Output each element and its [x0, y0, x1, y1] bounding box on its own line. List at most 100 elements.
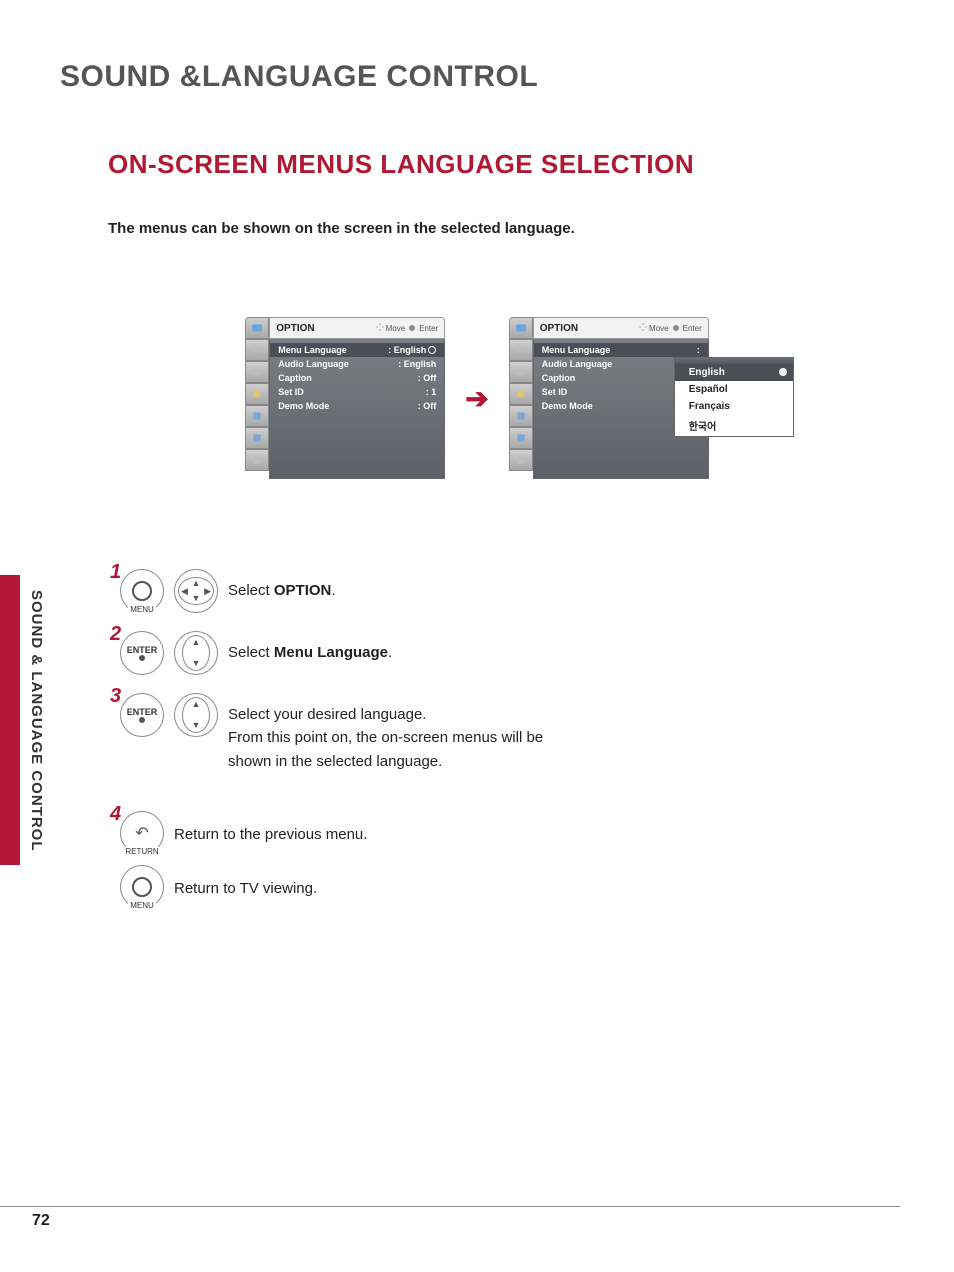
- osd-item-label: Menu Language: [542, 345, 611, 355]
- chevron-down-icon: ▼: [192, 594, 201, 603]
- button-label: MENU: [128, 605, 156, 614]
- spine-text: SOUND & LANGUAGE CONTROL: [28, 590, 45, 852]
- osd-item-label: Set ID: [542, 387, 568, 397]
- section-title: SOUND &LANGUAGE CONTROL: [60, 60, 894, 94]
- osd-menu-after: OPTION Move Enter Menu Language :: [509, 317, 709, 479]
- remote-return-button: ↶ RETURN: [120, 811, 164, 855]
- language-option-label: English: [689, 367, 725, 378]
- language-option-label: Français: [689, 401, 730, 412]
- radio-icon: [779, 368, 787, 376]
- osd-item-label: Caption: [542, 373, 576, 383]
- remote-nav-updown: ▲ ▼: [174, 631, 218, 675]
- step-text: Return to TV viewing.: [174, 865, 317, 900]
- button-label: ENTER: [127, 645, 158, 655]
- osd-body: Menu Language : English Audio Language :…: [269, 339, 445, 479]
- osd-item-label: Demo Mode: [278, 401, 329, 411]
- remote-enter-button: ENTER: [120, 693, 164, 737]
- osd-item-value: : Off: [418, 373, 437, 383]
- step-text: Select Menu Language.: [228, 631, 392, 664]
- osd-item-label: Menu Language: [278, 345, 347, 355]
- language-option[interactable]: Français: [675, 398, 793, 415]
- osd-enter-label: Enter: [683, 324, 702, 333]
- osd-tab-icon: [509, 383, 533, 405]
- osd-category-tabs: [509, 317, 533, 479]
- osd-item-value: : English: [398, 359, 436, 369]
- enter-dot-icon: [409, 325, 415, 331]
- osd-enter-label: Enter: [419, 324, 438, 333]
- chevron-up-icon: ▲: [192, 579, 201, 588]
- osd-header-title: OPTION: [276, 323, 314, 334]
- osd-header-title: OPTION: [540, 323, 578, 334]
- chevron-down-icon: ▼: [192, 721, 201, 730]
- move-icon: [376, 323, 384, 333]
- remote-nav-4way: ◀ ▲ ▼ ▶: [174, 569, 218, 613]
- osd-item[interactable]: Demo Mode : Off: [270, 399, 444, 413]
- enter-dot-icon: [139, 655, 145, 661]
- page-number: 72: [32, 1212, 50, 1230]
- return-icon: ↶: [135, 823, 148, 843]
- osd-tab-icon: [245, 405, 269, 427]
- remote-menu-button: MENU: [120, 865, 164, 909]
- button-label: MENU: [128, 901, 156, 910]
- osd-tab-icon: [509, 405, 533, 427]
- step-number: 1: [110, 561, 121, 584]
- osd-header: OPTION Move Enter: [269, 317, 445, 339]
- radio-icon: [428, 346, 436, 354]
- osd-item-label: Caption: [278, 373, 312, 383]
- osd-item[interactable]: Audio Language : English: [270, 357, 444, 371]
- osd-tab-icon: [245, 383, 269, 405]
- osd-tab-icon: [245, 449, 269, 471]
- language-option-label: Español: [689, 384, 728, 395]
- language-option[interactable]: Español: [675, 381, 793, 398]
- step-number: 4: [110, 803, 121, 826]
- step-5: MENU Return to TV viewing.: [120, 865, 894, 909]
- language-option[interactable]: 한국어: [675, 415, 793, 436]
- osd-tab-icon: [245, 339, 269, 361]
- arrow-right-icon: ➔: [465, 382, 488, 415]
- enter-dot-icon: [139, 717, 145, 723]
- chevron-up-icon: ▲: [192, 638, 201, 647]
- osd-move-label: Move: [386, 324, 406, 333]
- step-number: 2: [110, 623, 121, 646]
- button-label: RETURN: [123, 847, 160, 856]
- remote-menu-button: MENU: [120, 569, 164, 613]
- osd-item[interactable]: Set ID : 1: [270, 385, 444, 399]
- step-4: 4 ↶ RETURN Return to the previous menu.: [120, 811, 894, 855]
- osd-item-label: Audio Language: [542, 359, 613, 369]
- move-icon: [639, 323, 647, 333]
- remote-nav-updown: ▲ ▼: [174, 693, 218, 737]
- osd-item-label: Demo Mode: [542, 401, 593, 411]
- subsection-title: ON-SCREEN MENUS LANGUAGE SELECTION: [108, 149, 894, 180]
- language-option[interactable]: English: [675, 364, 793, 381]
- osd-tab-icon: [509, 317, 533, 339]
- osd-item[interactable]: Menu Language : English: [270, 343, 444, 357]
- osd-move-label: Move: [649, 324, 669, 333]
- osd-item-value: :: [697, 345, 700, 355]
- osd-item-value: : 1: [426, 387, 437, 397]
- language-popup: English Español Français 한국어: [674, 357, 794, 437]
- chevron-left-icon: ◀: [181, 587, 188, 596]
- step-3: 3 ENTER ▲ ▼ Select your desired language…: [120, 693, 894, 773]
- osd-header: OPTION Move Enter: [533, 317, 709, 339]
- steps-list: 1 MENU ◀ ▲ ▼ ▶ Select OPTION.: [120, 569, 894, 909]
- osd-item[interactable]: Menu Language :: [534, 343, 708, 357]
- osd-tab-icon: [245, 317, 269, 339]
- spine-color-tab: [0, 575, 20, 865]
- osd-item-label: Audio Language: [278, 359, 349, 369]
- step-text: Select OPTION.: [228, 569, 336, 602]
- osd-item-value: : Off: [418, 401, 437, 411]
- osd-tab-icon: [509, 449, 533, 471]
- enter-dot-icon: [673, 325, 679, 331]
- step-text: Return to the previous menu.: [174, 811, 367, 846]
- remote-enter-button: ENTER: [120, 631, 164, 675]
- step-text: Select your desired language. From this …: [228, 693, 568, 773]
- osd-tab-icon: [509, 361, 533, 383]
- chevron-right-icon: ▶: [204, 587, 211, 596]
- step-2: 2 ENTER ▲ ▼ Select Menu Language.: [120, 631, 894, 675]
- osd-item-value: : English: [388, 345, 426, 355]
- step-number: 3: [110, 685, 121, 708]
- chevron-up-icon: ▲: [192, 700, 201, 709]
- osd-item[interactable]: Caption : Off: [270, 371, 444, 385]
- osd-tab-icon: [245, 361, 269, 383]
- step-1: 1 MENU ◀ ▲ ▼ ▶ Select OPTION.: [120, 569, 894, 613]
